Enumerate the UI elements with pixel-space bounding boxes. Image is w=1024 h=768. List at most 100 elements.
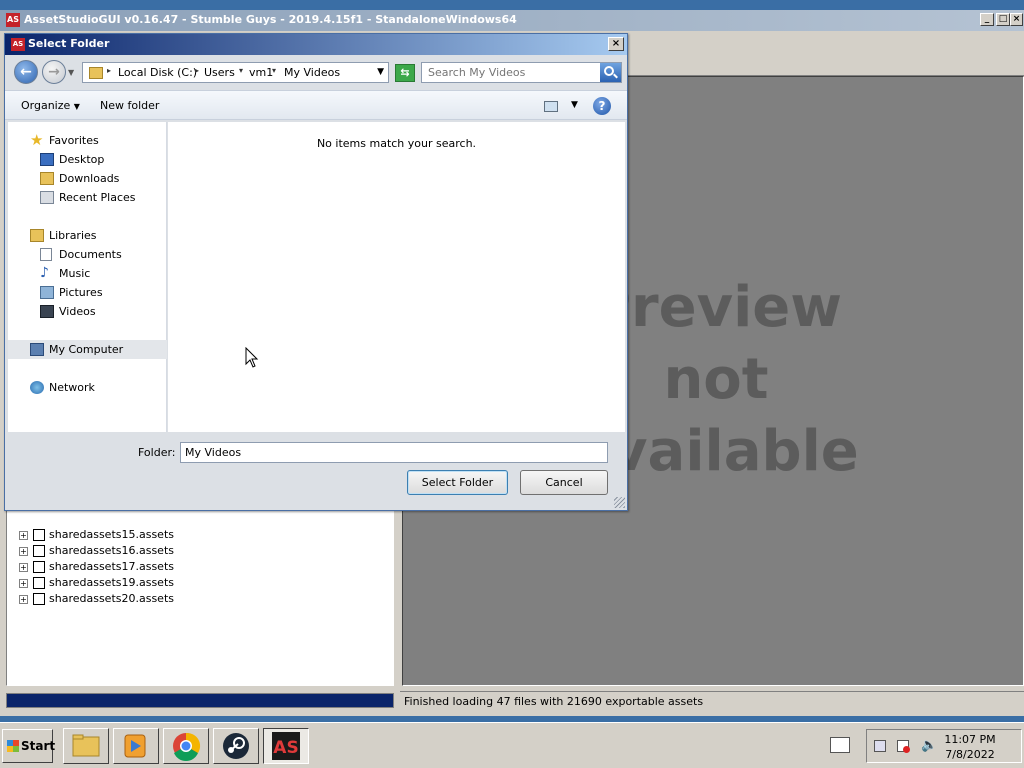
breadcrumb-item[interactable]: My Videos	[284, 66, 340, 79]
refresh-button[interactable]: ⇆	[395, 64, 415, 82]
app-titlebar[interactable]: AS AssetStudioGUI v0.16.47 - Stumble Guy…	[0, 10, 1024, 31]
folder-label: Folder:	[138, 446, 176, 459]
nav-item-pictures[interactable]: Pictures	[8, 283, 167, 302]
search-input[interactable]	[422, 63, 600, 82]
dialog-close-button[interactable]: ×	[608, 37, 624, 51]
cancel-button[interactable]: Cancel	[520, 470, 608, 495]
asset-label: sharedassets19.assets	[49, 576, 174, 589]
help-icon[interactable]: ?	[593, 97, 611, 115]
desktop-icon	[40, 153, 54, 166]
resize-grip[interactable]	[614, 497, 625, 508]
taskbar-steam-button[interactable]	[213, 728, 259, 764]
expand-icon[interactable]: +	[19, 530, 28, 540]
svg-text:AS: AS	[273, 738, 298, 758]
folder-icon	[89, 67, 103, 79]
command-toolbar: Organize ▼ New folder ▼ ?	[5, 90, 627, 120]
system-tray: 🔈 11:07 PM 7/8/2022	[866, 729, 1022, 763]
computer-icon	[30, 343, 44, 356]
pictures-icon	[40, 286, 54, 299]
taskbar-chrome-button[interactable]	[163, 728, 209, 764]
minimize-button[interactable]: _	[980, 13, 994, 26]
chevron-down-icon[interactable]: ▾	[272, 66, 276, 75]
steam-icon	[223, 733, 249, 759]
mouse-cursor-icon	[245, 347, 259, 368]
asset-checkbox[interactable]	[33, 593, 45, 605]
status-text: Finished loading 47 files with 21690 exp…	[400, 691, 1024, 710]
history-dropdown-icon[interactable]: ▼	[68, 68, 74, 77]
address-dropdown-icon[interactable]: ▼	[377, 67, 384, 77]
file-explorer-icon	[72, 734, 100, 757]
nav-item-my-computer[interactable]: My Computer	[8, 340, 167, 359]
nav-item-network[interactable]: Network	[8, 378, 167, 397]
expand-icon[interactable]: +	[19, 594, 28, 604]
organize-menu[interactable]: Organize ▼	[21, 99, 80, 112]
back-button[interactable]: ←	[14, 60, 38, 84]
breadcrumb-item[interactable]: Users	[204, 66, 235, 79]
progress-fill	[7, 694, 393, 707]
asset-row[interactable]: + sharedassets16.assets	[19, 543, 174, 559]
address-bar[interactable]: ▸ Local Disk (C:) ▸ Users ▾ vm1 ▾ My Vid…	[82, 62, 389, 83]
assetstudio-icon: AS	[272, 732, 300, 760]
documents-icon	[40, 248, 52, 261]
empty-message: No items match your search.	[316, 137, 477, 150]
dialog-titlebar[interactable]: AS Select Folder ×	[5, 34, 627, 55]
asset-row[interactable]: + sharedassets19.assets	[19, 575, 174, 591]
expand-icon[interactable]: +	[19, 562, 28, 572]
view-options-icon[interactable]	[544, 101, 558, 112]
dialog-title: Select Folder	[28, 37, 110, 50]
breadcrumb-item[interactable]: Local Disk (C:)	[118, 66, 197, 79]
folder-content-pane[interactable]: No items match your search.	[168, 122, 625, 432]
nav-item-documents[interactable]: Documents	[8, 245, 167, 264]
asset-label: sharedassets20.assets	[49, 592, 174, 605]
nav-item-recent-places[interactable]: Recent Places	[8, 188, 167, 207]
forward-button[interactable]: →	[42, 60, 66, 84]
taskbar-explorer-button[interactable]	[63, 728, 109, 764]
nav-item-libraries[interactable]: Libraries	[8, 226, 167, 245]
start-button[interactable]: Start	[2, 729, 55, 763]
asset-checkbox[interactable]	[33, 545, 45, 557]
volume-icon[interactable]: 🔈	[921, 738, 937, 753]
chevron-right-icon[interactable]: ▸	[195, 66, 199, 75]
chevron-down-icon[interactable]: ▼	[571, 100, 578, 110]
videos-icon	[40, 305, 54, 318]
nav-item-desktop[interactable]: Desktop	[8, 150, 167, 169]
nav-item-downloads[interactable]: Downloads	[8, 169, 167, 188]
expand-icon[interactable]: +	[19, 546, 28, 556]
asset-row[interactable]: + sharedassets20.assets	[19, 591, 174, 607]
nav-item-favorites[interactable]: ★ Favorites	[8, 131, 167, 150]
chevron-down-icon: ▼	[73, 102, 80, 111]
select-folder-button[interactable]: Select Folder	[407, 470, 508, 495]
network-tray-icon[interactable]	[874, 740, 886, 752]
close-button[interactable]: ×	[1010, 13, 1023, 26]
search-button[interactable]	[600, 63, 621, 82]
windows-flag-icon	[7, 740, 19, 752]
asset-checkbox[interactable]	[33, 577, 45, 589]
search-box	[421, 62, 622, 83]
downloads-folder-icon	[40, 172, 54, 185]
asset-checkbox[interactable]	[33, 529, 45, 541]
network-icon	[30, 381, 44, 394]
folder-field[interactable]	[180, 442, 608, 463]
maximize-button[interactable]: □	[996, 13, 1010, 26]
nav-item-videos[interactable]: Videos	[8, 302, 167, 321]
clock-time[interactable]: 11:07 PM	[940, 733, 1000, 746]
asset-row[interactable]: + sharedassets15.assets	[19, 527, 174, 543]
music-icon: ♪	[40, 265, 49, 281]
taskbar-media-player-button[interactable]	[113, 728, 159, 764]
clock-date[interactable]: 7/8/2022	[940, 748, 1000, 761]
nav-item-music[interactable]: ♪ Music	[8, 264, 167, 283]
taskbar-assetstudio-button[interactable]: AS	[263, 728, 309, 764]
chrome-icon	[173, 732, 201, 761]
progress-bar	[6, 693, 394, 708]
breadcrumb-item[interactable]: vm1	[249, 66, 273, 79]
navigation-pane: ★ Favorites Desktop Downloads Recent Pla…	[8, 122, 167, 432]
app-title: AssetStudioGUI v0.16.47 - Stumble Guys -…	[24, 13, 517, 26]
chevron-down-icon[interactable]: ▾	[239, 66, 243, 75]
navigation-bar: ← → ▼ ▸ Local Disk (C:) ▸ Users ▾ vm1 ▾ …	[5, 56, 627, 86]
show-desktop-icon[interactable]	[830, 737, 850, 753]
expand-icon[interactable]: +	[19, 578, 28, 588]
chevron-right-icon[interactable]: ▸	[107, 66, 111, 75]
asset-checkbox[interactable]	[33, 561, 45, 573]
new-folder-button[interactable]: New folder	[100, 99, 159, 112]
asset-row[interactable]: + sharedassets17.assets	[19, 559, 174, 575]
